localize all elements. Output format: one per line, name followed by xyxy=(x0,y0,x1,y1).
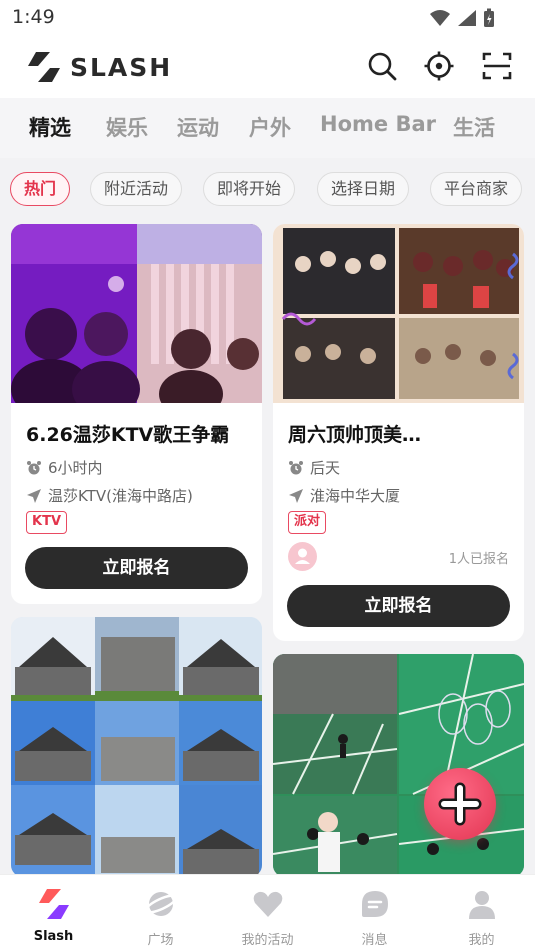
chip-upcoming[interactable]: 即将开始 xyxy=(203,172,296,206)
bottom-nav: Slash 广场 我的活动 消息 我的 xyxy=(0,874,535,951)
nav-my-events[interactable]: 我的活动 xyxy=(214,887,321,948)
locate-icon[interactable] xyxy=(423,50,455,82)
event-location-text: 淮海中华大厦 xyxy=(310,487,401,505)
event-image-badminton xyxy=(273,654,524,877)
signup-button[interactable]: 立即报名 xyxy=(287,585,510,627)
nav-label: 消息 xyxy=(361,933,388,948)
brand-logo: SLASH xyxy=(26,50,172,84)
app-header: SLASH xyxy=(0,36,535,98)
event-time: 后天 xyxy=(288,457,340,478)
status-bar: 1:49 xyxy=(0,0,535,36)
event-location: 淮海中华大厦 xyxy=(288,485,400,506)
nav-square[interactable]: 广场 xyxy=(107,887,214,948)
tab-featured[interactable]: 精选 xyxy=(29,112,71,142)
nav-profile[interactable]: 我的 xyxy=(428,887,535,948)
nav-label: 我的活动 xyxy=(241,933,294,948)
location-arrow-icon xyxy=(27,488,41,503)
tab-entertainment[interactable]: 娱乐 xyxy=(106,112,148,142)
alarm-clock-icon xyxy=(289,460,303,474)
nav-slash[interactable]: Slash xyxy=(0,887,107,944)
app-screen: 1:49 SLASH 精选 娱乐 运动 户外 Home Bar 生活 热门 附近… xyxy=(0,0,535,951)
slash-logo-icon xyxy=(28,52,60,82)
tab-outdoor[interactable]: 户外 xyxy=(249,112,291,142)
planet-icon xyxy=(143,892,178,916)
event-title: 6.26温莎KTV歌王争霸 xyxy=(26,424,230,446)
nav-label: 我的 xyxy=(468,933,495,948)
event-card-party[interactable]: 周六顶帅顶美… 后天 淮海中华大厦 派对 1人已报名 立即报名 xyxy=(273,224,524,641)
nav-messages[interactable]: 消息 xyxy=(321,887,428,948)
wifi-icon xyxy=(430,10,450,26)
event-time-text: 6小时内 xyxy=(48,459,103,477)
event-tag: 派对 xyxy=(288,511,327,534)
event-time-text: 后天 xyxy=(310,459,341,477)
tab-sports[interactable]: 运动 xyxy=(177,112,219,142)
scan-icon[interactable] xyxy=(481,50,513,82)
location-arrow-icon xyxy=(289,488,303,503)
event-image-city-wall xyxy=(11,617,262,877)
signup-count: 1人已报名 xyxy=(448,552,509,567)
heart-icon xyxy=(253,891,282,917)
alarm-clock-icon xyxy=(27,460,41,474)
signal-icon xyxy=(458,10,476,26)
filter-chips: 热门 附近活动 即将开始 选择日期 平台商家 xyxy=(0,168,535,210)
event-card-city-wall[interactable] xyxy=(11,617,262,877)
tab-home-bar[interactable]: Home Bar xyxy=(320,112,436,136)
event-location-text: 温莎KTV(淮海中路店) xyxy=(48,487,193,505)
create-event-button[interactable] xyxy=(424,768,496,840)
event-time: 6小时内 xyxy=(26,457,103,478)
nav-label: Slash xyxy=(33,929,74,944)
event-location: 温莎KTV(淮海中路店) xyxy=(26,485,193,506)
status-icons xyxy=(429,8,495,28)
person-icon xyxy=(295,548,310,564)
event-image-ktv xyxy=(11,224,262,403)
chip-nearby[interactable]: 附近活动 xyxy=(90,172,183,206)
chip-hot[interactable]: 热门 xyxy=(10,172,71,206)
chip-pick-date[interactable]: 选择日期 xyxy=(317,172,410,206)
category-tabs: 精选 娱乐 运动 户外 Home Bar 生活 xyxy=(0,98,535,158)
plus-icon xyxy=(438,782,482,826)
slash-logo-icon xyxy=(38,889,69,919)
nav-label: 广场 xyxy=(147,933,174,948)
brand-name: SLASH xyxy=(70,52,173,82)
message-icon xyxy=(361,891,388,917)
signup-button[interactable]: 立即报名 xyxy=(25,547,248,589)
event-card-badminton[interactable] xyxy=(273,654,524,877)
event-card-ktv[interactable]: 6.26温莎KTV歌王争霸 6小时内 温莎KTV(淮海中路店) KTV 立即报名 xyxy=(11,224,262,604)
status-time: 1:49 xyxy=(12,6,55,28)
event-image-party xyxy=(273,224,524,403)
tab-life[interactable]: 生活 xyxy=(453,112,495,142)
search-icon[interactable] xyxy=(366,50,398,82)
event-tag: KTV xyxy=(26,511,68,534)
chip-merchants[interactable]: 平台商家 xyxy=(430,172,523,206)
person-icon xyxy=(468,891,495,919)
attendee-avatar[interactable] xyxy=(288,542,317,571)
event-title: 周六顶帅顶美… xyxy=(288,424,422,446)
battery-icon xyxy=(484,8,494,27)
